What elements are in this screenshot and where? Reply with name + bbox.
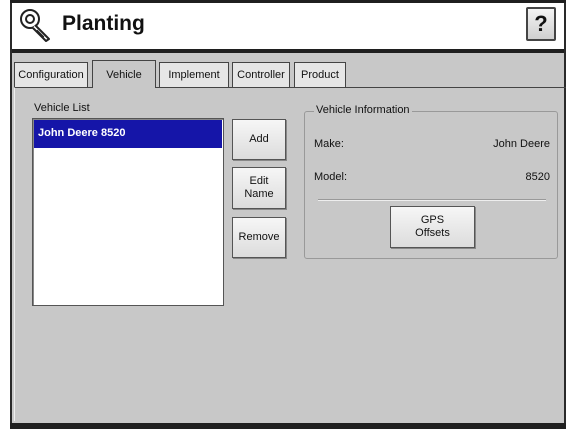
gps-offsets-button[interactable]: GPS Offsets xyxy=(390,206,475,248)
make-value: John Deere xyxy=(493,138,550,150)
title-bar: Planting ? xyxy=(12,3,564,53)
tab-vehicle[interactable]: Vehicle xyxy=(92,60,156,88)
list-item[interactable]: John Deere 8520 xyxy=(34,120,222,148)
model-value: 8520 xyxy=(525,171,550,183)
tab-product[interactable]: Product xyxy=(294,62,346,87)
page-title: Planting xyxy=(62,12,145,35)
make-label: Make: xyxy=(314,138,344,150)
tab-configuration[interactable]: Configuration xyxy=(14,62,88,87)
tab-implement[interactable]: Implement xyxy=(159,62,229,87)
window-bottom-border xyxy=(10,423,566,429)
wrench-icon xyxy=(20,9,50,42)
vehicle-information-legend: Vehicle Information xyxy=(314,104,412,116)
edit-name-button[interactable]: Edit Name xyxy=(232,167,286,209)
add-button[interactable]: Add xyxy=(232,119,286,160)
vehicle-list[interactable]: John Deere 8520 xyxy=(32,118,224,306)
divider xyxy=(318,199,546,201)
vehicle-list-label: Vehicle List xyxy=(34,102,90,114)
model-label: Model: xyxy=(314,171,348,183)
remove-button[interactable]: Remove xyxy=(232,217,286,258)
help-button[interactable]: ? xyxy=(526,7,556,41)
tab-controller[interactable]: Controller xyxy=(232,62,290,87)
